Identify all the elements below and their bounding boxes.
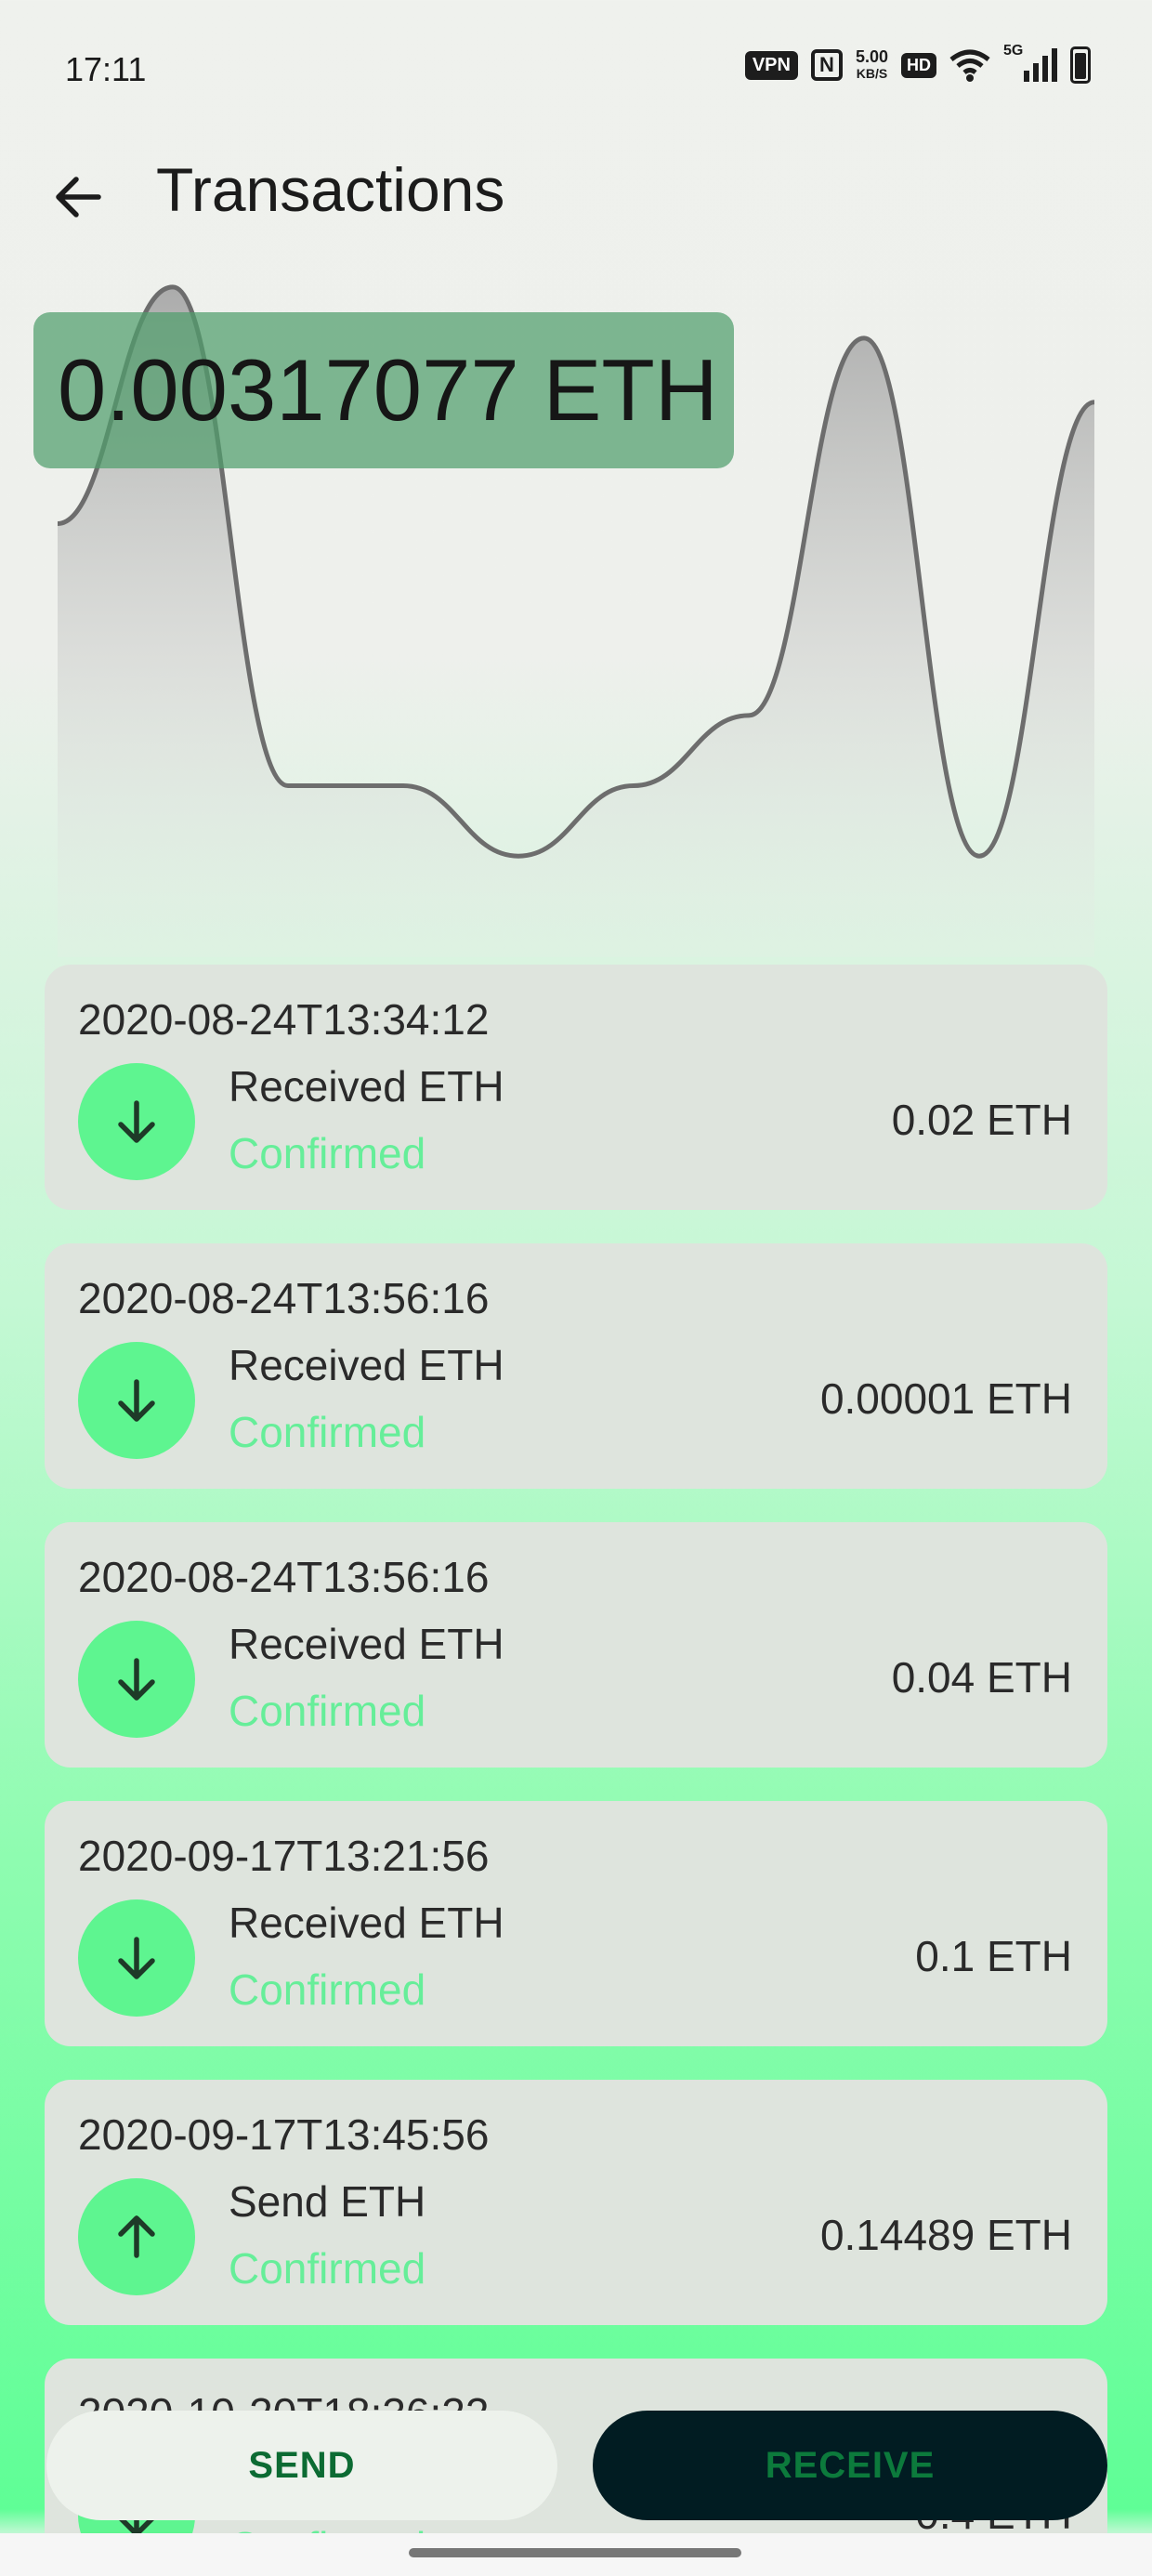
transaction-type: Received ETH (229, 1062, 504, 1111)
receive-button[interactable]: RECEIVE (593, 2411, 1107, 2520)
transaction-card[interactable]: 2020-08-24T13:34:12 Received ETH Confirm… (45, 965, 1107, 1210)
transaction-card[interactable]: 2020-08-24T13:56:16 Received ETH Confirm… (45, 1522, 1107, 1768)
vpn-icon: VPN (744, 50, 798, 80)
transaction-status: Confirmed (229, 1687, 426, 1735)
transaction-card[interactable]: 2020-08-24T13:56:16 Received ETH Confirm… (45, 1243, 1107, 1489)
arrow-down-icon (78, 1342, 195, 1459)
cellular-signal: 5G (1003, 43, 1057, 82)
transaction-status: Confirmed (229, 1129, 426, 1177)
arrow-down-icon (78, 1621, 195, 1738)
wifi-icon (949, 49, 990, 82)
transaction-status: Confirmed (229, 1965, 426, 2014)
send-button[interactable]: SEND (46, 2411, 557, 2520)
battery-icon (1070, 46, 1091, 84)
transaction-status: Confirmed (229, 2244, 426, 2293)
transaction-type: Received ETH (229, 1899, 504, 1947)
arrow-left-icon (56, 177, 101, 217)
transaction-amount: 0.14489 ETH (819, 2211, 1072, 2259)
arrow-up-icon (78, 2178, 195, 2295)
transaction-amount: 0.00001 ETH (819, 1374, 1072, 1423)
balance-amount: 0.00317077 ETH (58, 341, 718, 439)
transaction-card[interactable]: 2020-09-17T13:45:56 Send ETH Confirmed 0… (45, 2080, 1107, 2325)
nfc-icon: N (810, 49, 843, 81)
app-bar: Transactions (0, 139, 1152, 242)
balance-display: 0.00317077 ETH (33, 312, 734, 468)
transaction-date: 2020-08-24T13:34:12 (78, 995, 490, 1044)
status-bar: 17:11 VPN N 5.00 KB/S HD 5G (0, 0, 1152, 139)
transaction-status: Confirmed (229, 1408, 426, 1456)
home-indicator[interactable] (409, 2548, 741, 2557)
balance-chart: 0.00317077 ETH (0, 269, 1152, 957)
transaction-date: 2020-08-24T13:56:16 (78, 1274, 490, 1322)
bottom-action-bar: SEND RECEIVE (0, 2409, 1152, 2528)
transaction-type: Received ETH (229, 1341, 504, 1389)
transaction-amount: 0.04 ETH (891, 1653, 1072, 1702)
status-time: 17:11 (65, 50, 147, 88)
transaction-amount: 0.1 ETH (915, 1932, 1072, 1980)
back-button[interactable] (41, 160, 115, 234)
transaction-type: Received ETH (229, 1620, 504, 1668)
transaction-date: 2020-09-17T13:21:56 (78, 1832, 490, 1880)
system-nav-bar (0, 2533, 1152, 2576)
transaction-list[interactable]: 2020-08-24T13:34:12 Received ETH Confirm… (45, 965, 1107, 2576)
transaction-date: 2020-09-17T13:45:56 (78, 2110, 490, 2159)
transaction-card[interactable]: 2020-09-17T13:21:56 Received ETH Confirm… (45, 1801, 1107, 2046)
network-speed: 5.00 KB/S (855, 47, 888, 81)
transaction-type: Send ETH (229, 2177, 426, 2226)
transaction-amount: 0.02 ETH (891, 1096, 1072, 1144)
arrow-down-icon (78, 1899, 195, 2017)
status-icons: VPN N 5.00 KB/S HD 5G (744, 43, 1091, 84)
network-type: 5G (1003, 43, 1024, 59)
page-title: Transactions (156, 155, 505, 224)
transaction-date: 2020-08-24T13:56:16 (78, 1553, 490, 1601)
hd-icon: HD (901, 52, 936, 78)
arrow-down-icon (78, 1063, 195, 1180)
